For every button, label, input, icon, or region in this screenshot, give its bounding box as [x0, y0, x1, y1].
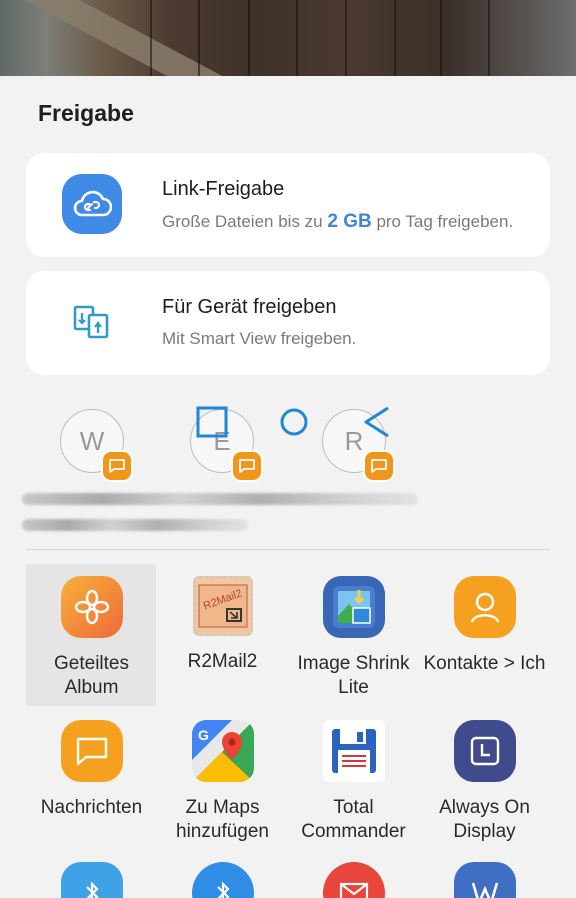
app-total-commander[interactable]: Total Commander: [288, 720, 419, 844]
home-circle-icon: [280, 408, 308, 436]
email-icon: [322, 862, 385, 898]
background-photo: [0, 0, 576, 76]
app-always-on-display[interactable]: Always On Display: [419, 720, 550, 844]
link-share-title: Link-Freigabe: [162, 178, 285, 200]
message-badge-icon: [231, 450, 263, 482]
back-triangle-icon: [364, 406, 389, 438]
redacted-text: [22, 519, 248, 531]
image-shrink-icon: [322, 576, 385, 638]
app-partial[interactable]: [26, 862, 157, 898]
device-share-card[interactable]: Für Gerät freigeben Mit Smart View freig…: [26, 271, 550, 375]
app-partial[interactable]: [419, 862, 550, 898]
app-google-maps[interactable]: G Zu Maps hinzufügen: [157, 720, 288, 844]
app-label: Zu Maps hinzufügen: [176, 797, 269, 842]
app-partial[interactable]: [157, 862, 288, 898]
sheet-title: Freigabe: [38, 100, 134, 126]
app-messages[interactable]: Nachrichten: [26, 720, 157, 820]
app-label: R2Mail2: [187, 651, 258, 672]
messages-icon: [60, 720, 123, 782]
shared-album-icon: [60, 576, 123, 638]
app-image-shrink[interactable]: Image Shrink Lite: [288, 576, 419, 700]
divider: [26, 549, 550, 550]
link-share-subtitle: Große Dateien bis zu 2 GB pro Tag freige…: [162, 211, 514, 232]
app-label: Nachrichten: [40, 797, 143, 818]
contact-me-icon: [453, 576, 516, 638]
device-share-title: Für Gerät freigeben: [162, 296, 337, 318]
redacted-text: [22, 493, 418, 505]
svg-text:G: G: [198, 727, 209, 743]
always-on-display-icon: [453, 720, 516, 782]
app-label: Kontakte > Ich: [423, 653, 546, 674]
app-partial[interactable]: [288, 862, 419, 898]
recent-contact[interactable]: W: [60, 409, 133, 482]
message-badge-icon: [101, 450, 133, 482]
r2mail2-icon: R2Mail2: [192, 576, 253, 636]
contact-initial: W: [79, 425, 105, 456]
message-badge-icon: [363, 450, 395, 482]
recents-square-icon: [196, 406, 228, 438]
app-label: Always On Display: [439, 797, 530, 842]
navigation-overlay: [196, 406, 389, 438]
app-label: Total Commander: [301, 797, 406, 842]
app-shared-album[interactable]: Geteiltes Album: [26, 576, 157, 700]
device-share-subtitle: Mit Smart View freigeben.: [162, 329, 357, 348]
smart-view-icon: [62, 292, 122, 352]
bluetooth-icon: [191, 862, 254, 898]
google-maps-icon: G: [191, 720, 254, 782]
total-commander-icon: [322, 720, 385, 782]
app-label: Geteiltes Album: [54, 653, 129, 698]
link-share-card[interactable]: Link-Freigabe Große Dateien bis zu 2 GB …: [26, 153, 550, 257]
app-contact-me[interactable]: Kontakte > Ich: [419, 576, 550, 676]
app-label: Image Shrink Lite: [297, 653, 410, 698]
cloud-link-icon: [62, 174, 122, 234]
word-icon: [453, 862, 516, 898]
share-sheet: Freigabe Link-Freigabe Große Dateien bis…: [0, 76, 576, 898]
app-r2mail2[interactable]: R2Mail2 R2Mail2: [157, 576, 288, 674]
bluetooth-share-icon: [60, 862, 123, 898]
